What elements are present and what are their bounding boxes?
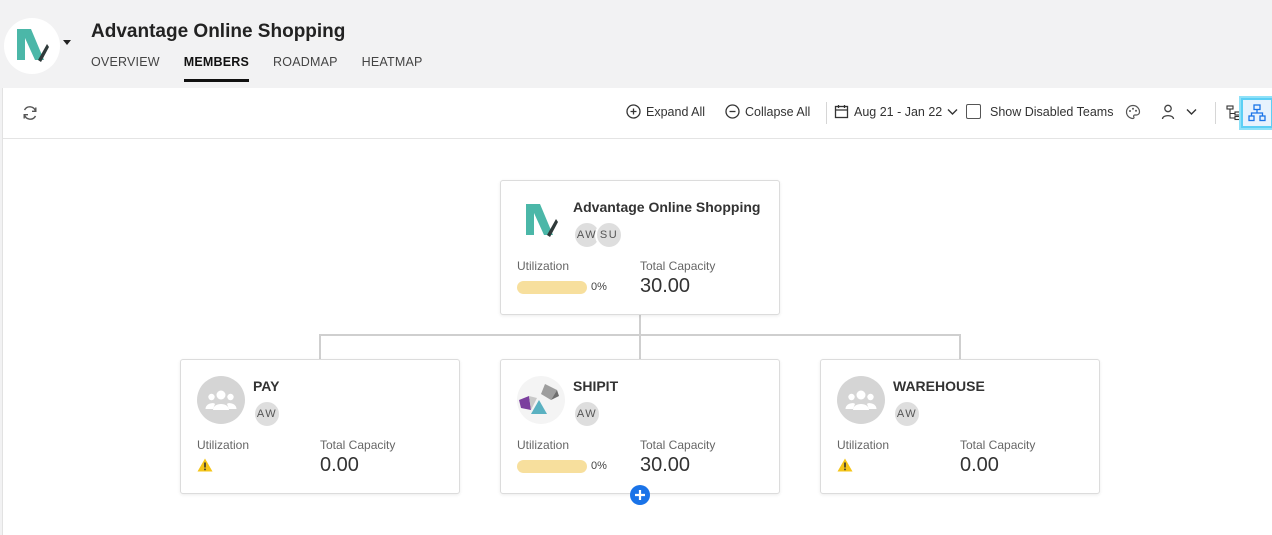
team-avatar xyxy=(197,376,245,424)
card-logo xyxy=(517,197,565,245)
team-card-warehouse[interactable]: WAREHOUSE AW Utilization Total Capacity … xyxy=(820,359,1100,494)
refresh-icon xyxy=(23,106,37,120)
expand-all-label: Expand All xyxy=(646,104,706,119)
chevron-down-icon xyxy=(947,108,958,115)
tree-connector xyxy=(959,334,961,360)
team-card-pay[interactable]: PAY AW Utilization Total Capacity 0.00 xyxy=(180,359,460,494)
avatar[interactable]: AW xyxy=(573,400,601,428)
member-filter-dropdown[interactable] xyxy=(1161,104,1197,120)
tab-heatmap[interactable]: HEATMAP xyxy=(362,55,423,82)
app-logo[interactable] xyxy=(4,18,60,74)
theme-button[interactable] xyxy=(1125,104,1141,120)
capacity-label: Total Capacity xyxy=(960,438,1036,452)
capacity-value: 0.00 xyxy=(320,454,359,476)
member-avatars: AW xyxy=(893,400,921,428)
member-avatars: AW SU xyxy=(573,221,623,249)
utilization-label: Utilization xyxy=(517,438,570,452)
capacity-label: Total Capacity xyxy=(320,438,396,452)
team-avatar xyxy=(837,376,885,424)
member-avatars: AW xyxy=(573,400,601,428)
avatar[interactable]: AW xyxy=(253,400,281,428)
team-card-root[interactable]: Advantage Online Shopping AW SU Utilizat… xyxy=(500,180,780,315)
tab-overview[interactable]: OVERVIEW xyxy=(91,55,160,82)
plus-circle-icon xyxy=(626,104,641,119)
chevron-down-icon xyxy=(1186,109,1197,115)
app-tabs: OVERVIEW MEMBERS ROADMAP HEATMAP xyxy=(91,55,423,82)
add-team-button[interactable] xyxy=(630,485,650,505)
tree-connector xyxy=(639,314,641,360)
capacity-label: Total Capacity xyxy=(640,259,716,273)
capacity-value: 30.00 xyxy=(640,275,691,297)
calendar-icon xyxy=(834,105,849,119)
date-range-label: Aug 21 - Jan 22 xyxy=(854,104,943,119)
app-switcher-caret-icon[interactable] xyxy=(63,40,71,45)
shipit-logo-icon xyxy=(519,384,559,414)
brand-logo-icon xyxy=(17,29,49,62)
team-avatar xyxy=(517,376,565,424)
tab-members[interactable]: MEMBERS xyxy=(183,55,250,82)
team-name: SHIPIT xyxy=(573,378,619,394)
team-card-shipit[interactable]: SHIPIT AW Utilization 0% Total Capacity … xyxy=(500,359,780,494)
utilization-label: Utilization xyxy=(517,259,570,273)
expand-all-button[interactable]: Expand All xyxy=(626,104,705,119)
capacity-label: Total Capacity xyxy=(640,438,716,452)
members-panel: Expand All Collapse All Aug 21 - Jan 22 … xyxy=(2,88,1272,535)
avatar[interactable]: SU xyxy=(595,221,623,249)
utilization-bar xyxy=(517,460,587,473)
minus-circle-icon xyxy=(725,104,740,119)
brand-logo-icon xyxy=(526,204,558,237)
capacity-value: 0.00 xyxy=(960,454,999,476)
refresh-button[interactable] xyxy=(21,104,39,122)
palette-icon xyxy=(1125,104,1141,120)
toolbar: Expand All Collapse All Aug 21 - Jan 22 … xyxy=(3,88,1272,139)
date-range-dropdown[interactable]: Aug 21 - Jan 22 xyxy=(834,104,958,119)
tree-connector xyxy=(319,334,321,360)
team-group-icon xyxy=(845,390,877,410)
utilization-value: 0% xyxy=(591,460,607,472)
collapse-all-label: Collapse All xyxy=(745,104,811,119)
show-disabled-teams-label: Show Disabled Teams xyxy=(990,104,1114,119)
org-chart-view-button[interactable] xyxy=(1241,98,1272,128)
utilization-bar xyxy=(517,281,587,294)
app-title: Advantage Online Shopping xyxy=(91,21,346,42)
tree-connector xyxy=(319,334,961,336)
team-name: WAREHOUSE xyxy=(893,378,985,394)
toolbar-divider xyxy=(1215,102,1216,124)
collapse-all-button[interactable]: Collapse All xyxy=(725,104,810,119)
toolbar-divider xyxy=(826,102,827,124)
show-disabled-teams-checkbox[interactable] xyxy=(966,104,981,119)
warning-icon xyxy=(837,458,853,472)
team-name: Advantage Online Shopping xyxy=(573,199,761,215)
warning-icon xyxy=(197,458,213,472)
org-chart-icon xyxy=(1248,104,1266,122)
app-header: Advantage Online Shopping OVERVIEW MEMBE… xyxy=(0,0,1272,88)
tab-roadmap[interactable]: ROADMAP xyxy=(273,55,338,82)
member-avatars: AW xyxy=(253,400,281,428)
capacity-value: 30.00 xyxy=(640,454,691,476)
avatar[interactable]: AW xyxy=(893,400,921,428)
utilization-label: Utilization xyxy=(197,438,250,452)
utilization-label: Utilization xyxy=(837,438,890,452)
person-icon xyxy=(1161,104,1175,120)
team-group-icon xyxy=(205,390,237,410)
show-disabled-teams-toggle[interactable]: Show Disabled Teams xyxy=(966,104,1113,119)
utilization-value: 0% xyxy=(591,281,607,293)
plus-icon xyxy=(635,490,645,500)
team-name: PAY xyxy=(253,378,280,394)
